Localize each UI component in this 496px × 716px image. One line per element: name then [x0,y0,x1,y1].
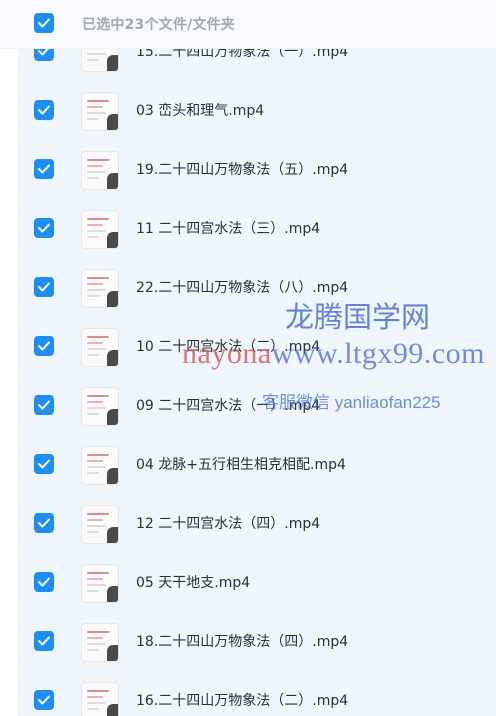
file-name: 18.二十四山万物象法（四）.mp4 [136,634,349,650]
file-name: 22.二十四山万物象法（八）.mp4 [136,280,349,296]
file-row[interactable]: 03 峦头和理气.mp4 [18,81,496,140]
file-name: 12 二十四宫水法（四）.mp4 [136,516,321,532]
file-name: 05 天干地支.mp4 [136,575,251,591]
checkmark-icon [38,341,50,351]
video-thumbnail-icon [81,328,119,367]
checkmark-icon [38,18,50,28]
file-checkbox[interactable] [34,395,54,415]
file-row[interactable]: 19.二十四山万物象法（五）.mp4 [18,140,496,199]
file-row[interactable]: 09 二十四宫水法（一）.mp4 [18,376,496,435]
checkmark-icon [38,577,50,587]
file-checkbox[interactable] [34,218,54,238]
file-checkbox[interactable] [34,159,54,179]
checkmark-icon [38,400,50,410]
file-checkbox[interactable] [34,336,54,356]
checkmark-icon [38,459,50,469]
video-thumbnail-icon [81,446,119,485]
file-row[interactable]: 04 龙脉+五行相生相克相配.mp4 [18,435,496,494]
video-thumbnail-icon [81,151,119,190]
file-row[interactable]: 18.二十四山万物象法（四）.mp4 [18,612,496,671]
file-name: 16.二十四山万物象法（二）.mp4 [136,693,349,709]
video-thumbnail-icon [81,387,119,426]
file-row[interactable]: 11 二十四宫水法（三）.mp4 [18,199,496,258]
select-all-checkbox[interactable] [34,13,54,33]
selection-header: 已选中23个文件/文件夹 [0,0,496,49]
file-checkbox[interactable] [34,572,54,592]
video-thumbnail-icon [81,269,119,308]
video-thumbnail-icon [81,623,119,662]
file-checkbox[interactable] [34,100,54,120]
checkmark-icon [38,636,50,646]
checkmark-icon [38,282,50,292]
selection-count-label: 已选中23个文件/文件夹 [82,17,235,33]
file-name: 09 二十四宫水法（一）.mp4 [136,398,321,414]
file-row[interactable]: 16.二十四山万物象法（二）.mp4 [18,671,496,716]
file-name: 03 峦头和理气.mp4 [136,103,265,119]
checkmark-icon [38,105,50,115]
file-row[interactable]: 12 二十四宫水法（四）.mp4 [18,494,496,553]
checkmark-icon [38,223,50,233]
file-name: 11 二十四宫水法（三）.mp4 [136,221,321,237]
file-checkbox[interactable] [34,454,54,474]
file-row[interactable]: 22.二十四山万物象法（八）.mp4 [18,258,496,317]
checkmark-icon [38,164,50,174]
file-name: 10 二十四宫水法（二）.mp4 [136,339,321,355]
checkmark-icon [38,695,50,705]
checkmark-icon [38,518,50,528]
file-checkbox[interactable] [34,631,54,651]
video-thumbnail-icon [81,92,119,131]
file-checkbox[interactable] [34,513,54,533]
file-row[interactable]: 05 天干地支.mp4 [18,553,496,612]
file-row[interactable]: 10 二十四宫水法（二）.mp4 [18,317,496,376]
file-name: 19.二十四山万物象法（五）.mp4 [136,162,349,178]
file-name: 04 龙脉+五行相生相克相配.mp4 [136,457,346,473]
file-checkbox[interactable] [34,690,54,710]
file-list: 15.二十四山万物象法（一）.mp4 03 峦头和理气.mp4 19.二十四山万物象… [18,0,496,716]
video-thumbnail-icon [81,564,119,603]
video-thumbnail-icon [81,682,119,716]
video-thumbnail-icon [81,505,119,544]
file-checkbox[interactable] [34,277,54,297]
video-thumbnail-icon [81,210,119,249]
